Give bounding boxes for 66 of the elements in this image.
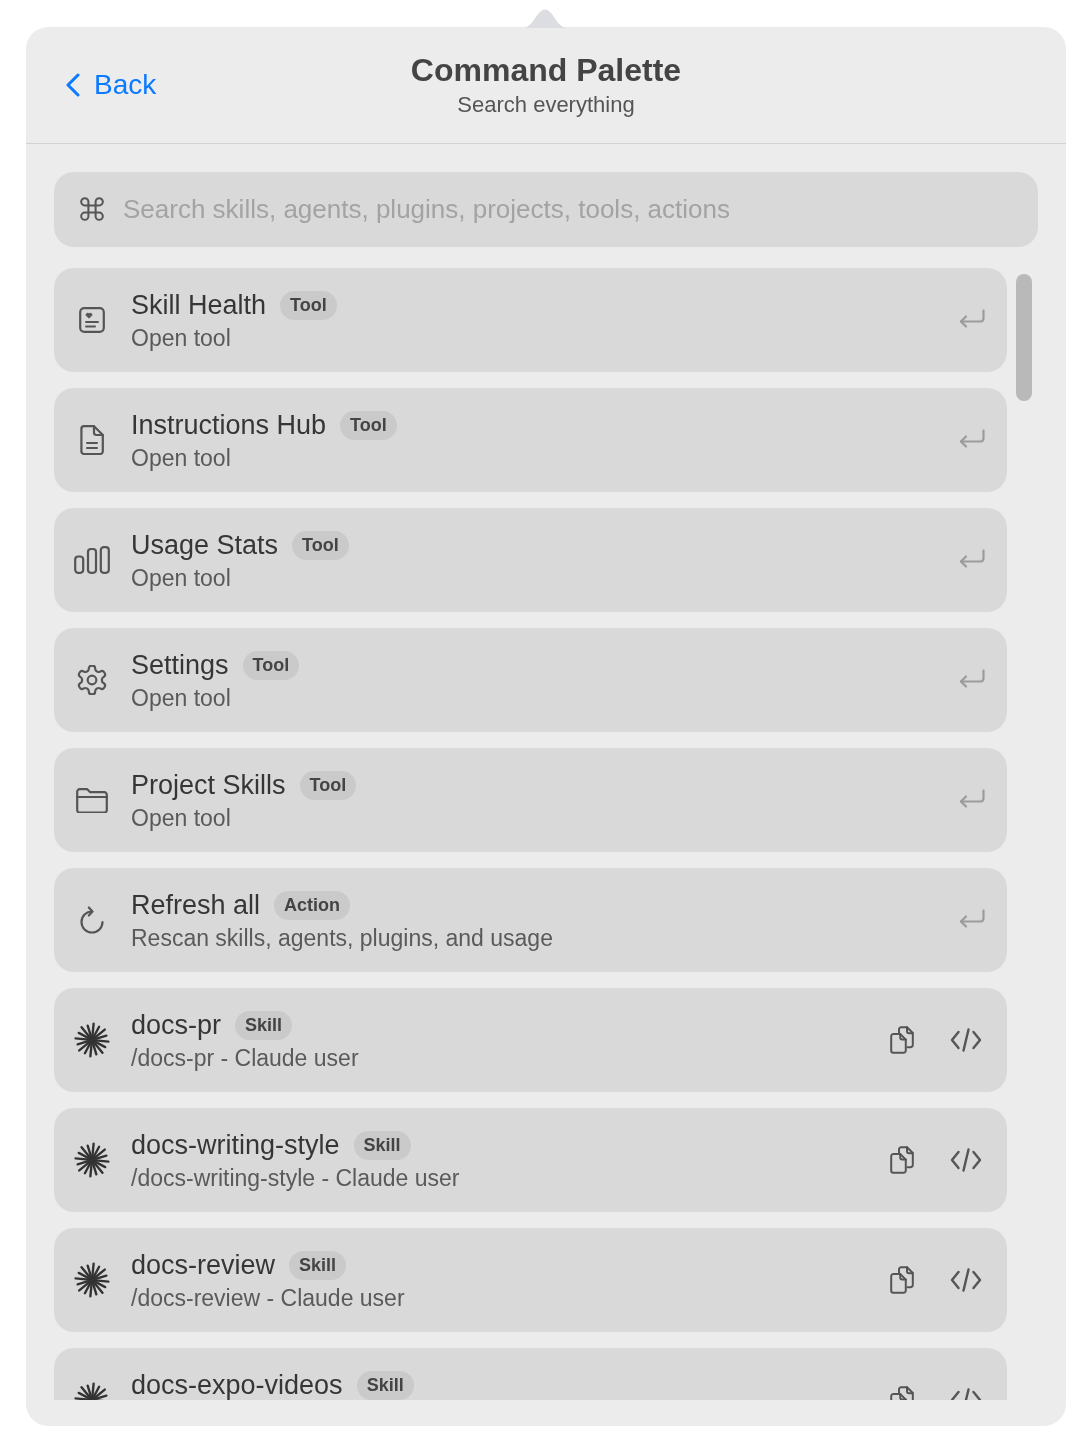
- bar-chart-icon: [74, 546, 110, 574]
- copy-button[interactable]: [890, 1146, 914, 1174]
- heart-document-icon: [79, 307, 105, 333]
- type-badge: Tool: [299, 770, 357, 800]
- settings-icon: [77, 665, 107, 695]
- item-title: docs-expo-videos: [131, 1369, 343, 1400]
- command-row[interactable]: Usage Stats Tool Open tool: [54, 508, 1007, 612]
- item-subtitle: Open tool: [131, 804, 231, 832]
- item-title: Usage Stats: [131, 529, 279, 561]
- command-row[interactable]: Project Skills Tool Open tool: [54, 748, 1007, 852]
- type-badge: Skill: [235, 1010, 293, 1040]
- item-title: docs-pr: [131, 1009, 222, 1041]
- item-subtitle: Rescan skills, agents, plugins, and usage: [131, 924, 553, 952]
- item-title: Refresh all: [131, 889, 261, 921]
- item-subtitle: /docs-review - Claude user: [131, 1284, 405, 1312]
- command-row[interactable]: docs-pr Skill /docs-pr - Claude user: [54, 988, 1007, 1092]
- palette-subtitle: Search everything: [457, 91, 635, 119]
- type-badge: Tool: [242, 650, 300, 680]
- item-title: Settings: [131, 649, 229, 681]
- item-subtitle: Open tool: [131, 444, 231, 472]
- command-row[interactable]: docs-review Skill /docs-review - Claude user: [54, 1228, 1007, 1332]
- copy-button[interactable]: [890, 1026, 914, 1054]
- copy-button[interactable]: [890, 1266, 914, 1294]
- scrollbar-thumb[interactable]: [1016, 274, 1032, 401]
- starburst-icon: [74, 1262, 110, 1298]
- type-badge: Skill: [289, 1250, 347, 1280]
- item-title: Skill Health: [131, 289, 267, 321]
- popover-arrow-icon: [523, 8, 567, 28]
- item-subtitle: Open tool: [131, 564, 231, 592]
- command-row[interactable]: docs-expo-videos Skill: [54, 1348, 1007, 1400]
- type-badge: Action: [274, 890, 351, 920]
- type-badge: Tool: [340, 410, 397, 440]
- copy-icon: [890, 1266, 914, 1294]
- item-title: docs-review: [131, 1249, 276, 1281]
- command-row[interactable]: Refresh all Action Rescan skills, agents, plugins, and usage: [54, 868, 1007, 972]
- command-row[interactable]: Skill Health Tool Open tool: [54, 268, 1007, 372]
- type-badge: Tool: [292, 530, 349, 560]
- code-button[interactable]: [950, 1268, 982, 1292]
- item-title: Project Skills: [131, 769, 286, 801]
- command-row[interactable]: Settings Tool Open tool: [54, 628, 1007, 732]
- starburst-icon: [74, 1022, 110, 1058]
- refresh-icon: [79, 905, 105, 935]
- code-button[interactable]: [950, 1148, 982, 1172]
- item-subtitle: Open tool: [131, 324, 231, 352]
- item-subtitle: Open tool: [131, 684, 231, 712]
- command-row[interactable]: Instructions Hub Tool Open tool: [54, 388, 1007, 492]
- command-key-icon: [80, 197, 104, 221]
- code-icon: [950, 1268, 982, 1292]
- copy-icon: [890, 1026, 914, 1054]
- document-icon: [80, 425, 104, 455]
- item-subtitle: /docs-pr - Claude user: [131, 1044, 359, 1072]
- type-badge: Tool: [280, 290, 337, 320]
- code-button[interactable]: [950, 1028, 982, 1052]
- chevron-left-icon: [66, 73, 80, 97]
- folder-icon: [76, 787, 108, 813]
- code-icon: [950, 1028, 982, 1052]
- item-title: docs-writing-style: [131, 1129, 340, 1161]
- copy-icon: [890, 1146, 914, 1174]
- item-subtitle: /docs-writing-style - Claude user: [131, 1164, 460, 1192]
- starburst-icon: [74, 1142, 110, 1178]
- palette-title: Command Palette: [410, 51, 682, 89]
- code-icon: [950, 1148, 982, 1172]
- type-badge: Skill: [356, 1370, 414, 1400]
- type-badge: Skill: [353, 1130, 411, 1160]
- item-title: Instructions Hub: [131, 409, 327, 441]
- command-row[interactable]: docs-writing-style Skill /docs-writing-style - Claude user: [54, 1108, 1007, 1212]
